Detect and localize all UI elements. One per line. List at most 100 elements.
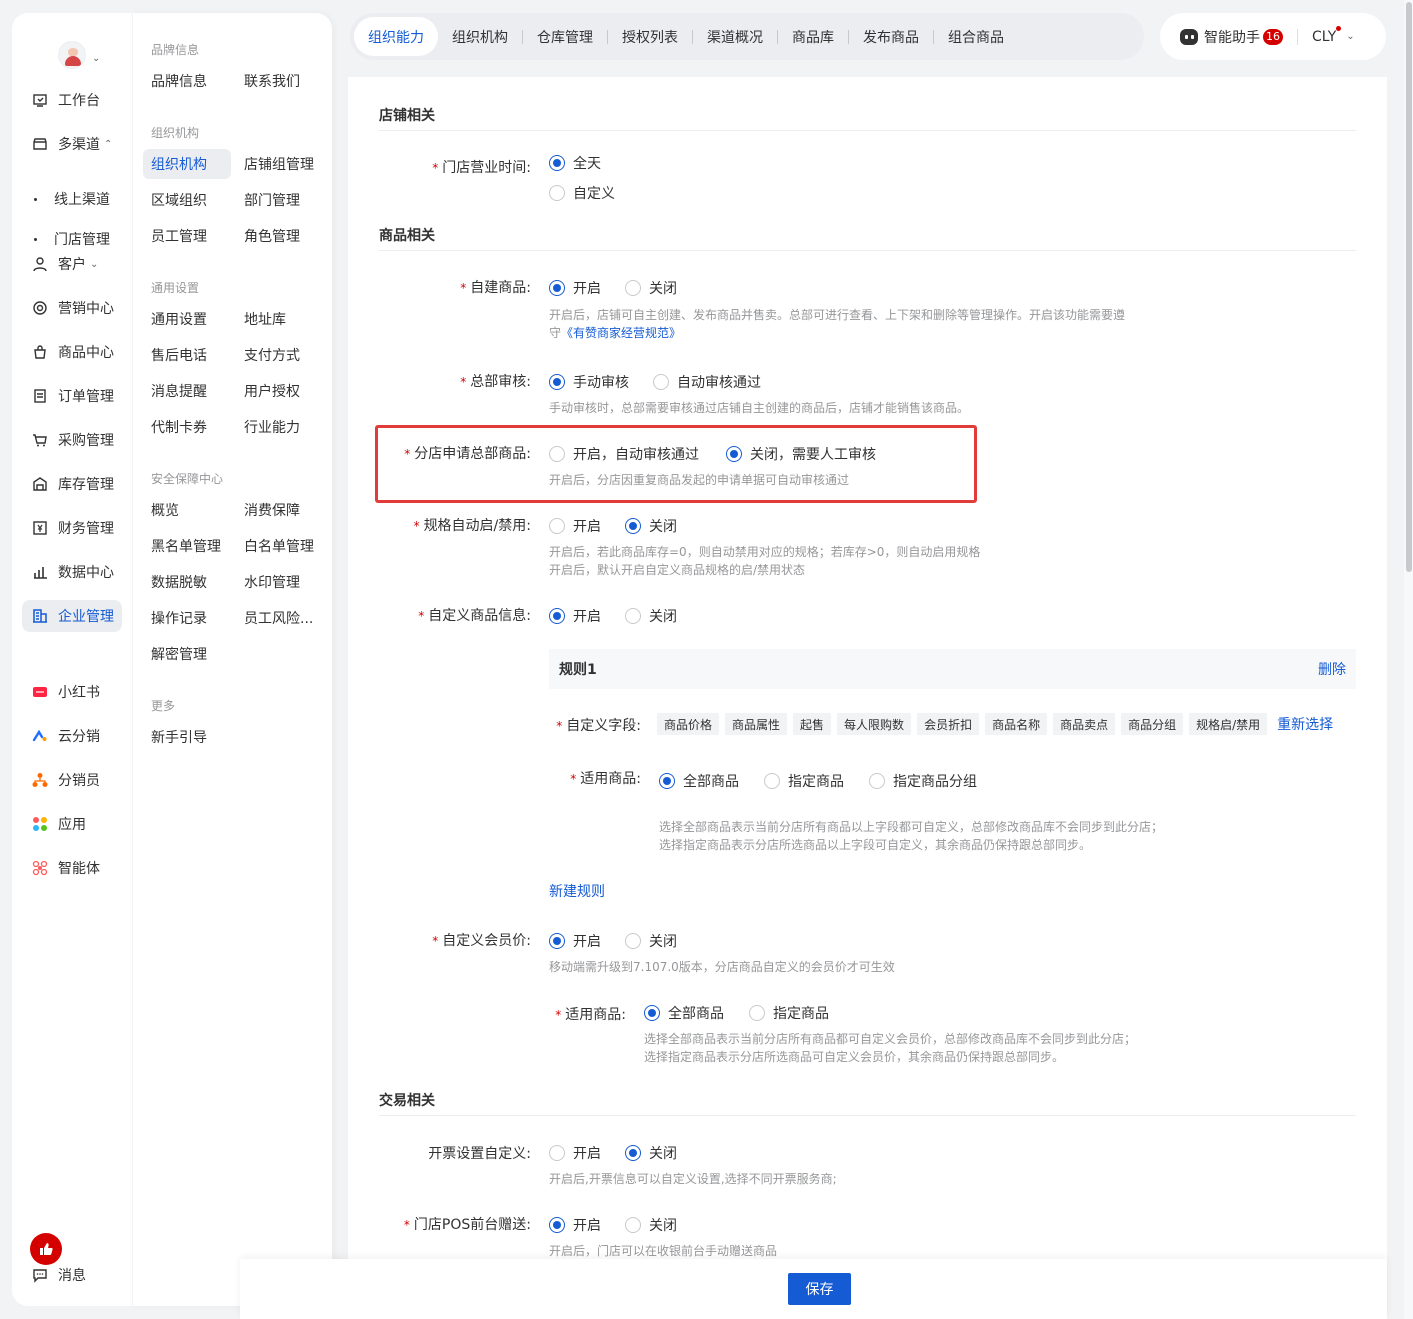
sidebar-item-xiaohongshu[interactable]: 小红书 [22, 676, 122, 708]
help-text: 开启后,开票信息可以自定义设置,选择不同开票服务商; [549, 1172, 837, 1186]
sidebar-item-data[interactable]: 数据中心 [22, 556, 122, 588]
nav-item-store-group[interactable]: 店铺组管理 [236, 149, 322, 179]
nav-item-whitelist[interactable]: 白名单管理 [236, 531, 322, 561]
nav-item-blacklist[interactable]: 黑名单管理 [143, 531, 229, 561]
nav-item-brand-info[interactable]: 品牌信息 [143, 66, 215, 96]
enterprise-icon [32, 608, 48, 624]
sidebar-item-inventory[interactable]: 库存管理 [22, 468, 122, 500]
sidebar-item-marketing[interactable]: 营销中心 [22, 292, 122, 324]
chevron-down-icon[interactable]: ⌄ [92, 53, 100, 64]
radio-spec-off[interactable]: 关闭 [625, 516, 677, 536]
nav-item-message-reminder[interactable]: 消息提醒 [143, 376, 215, 406]
nav-item-address-book[interactable]: 地址库 [236, 304, 294, 334]
radio-auto-review[interactable]: 自动审核通过 [653, 372, 761, 392]
radio-rule-specified-goods[interactable]: 指定商品 [764, 771, 844, 791]
nav-item-contact-us[interactable]: 联系我们 [236, 66, 308, 96]
reselect-button[interactable]: 重新选择 [1277, 714, 1333, 734]
avatar[interactable] [58, 41, 86, 69]
radio-branch-manual[interactable]: 关闭，需要人工审核 [726, 444, 876, 464]
field-label-hours: * 门店营业时间: [432, 160, 531, 176]
sidebar-item-distributor[interactable]: 分销员 [22, 764, 122, 796]
tab-org-capability[interactable]: 组织能力 [354, 17, 438, 56]
radio-rule-specified-group[interactable]: 指定商品分组 [869, 771, 977, 791]
tab-combo-goods[interactable]: 组合商品 [934, 17, 1018, 56]
sidebar-item-enterprise[interactable]: 企业管理 [22, 600, 122, 632]
sidebar-item-orders[interactable]: 订单管理 [22, 380, 122, 412]
chevron-up-icon: ⌃ [104, 138, 113, 150]
nav-item-card-voucher[interactable]: 代制卡券 [143, 412, 215, 442]
help-text: 开启后，若此商品库存=0，则自动禁用对应的规格；若库存>0，则自动启用规格 开启后… [549, 545, 981, 577]
policy-link[interactable]: 《有赞商家经营规范》 [561, 326, 681, 340]
sidebar-item-apps[interactable]: 应用 [22, 808, 122, 840]
nav-group-title: 通用设置 [151, 281, 200, 295]
nav-item-watermark[interactable]: 水印管理 [236, 567, 308, 597]
nav-item-organization[interactable]: 组织机构 [143, 149, 231, 179]
scrollbar[interactable] [1404, 0, 1413, 1319]
highlight-box [375, 425, 977, 503]
nav-item-role[interactable]: 角色管理 [236, 221, 308, 251]
tab-goods-library[interactable]: 商品库 [778, 17, 848, 56]
radio-member-specified-goods[interactable]: 指定商品 [749, 1003, 829, 1023]
nav-item-data-masking[interactable]: 数据脱敏 [143, 567, 215, 597]
nav-item-decrypt[interactable]: 解密管理 [143, 639, 215, 669]
nav-item-industry[interactable]: 行业能力 [236, 412, 308, 442]
nav-item-consumer-protection[interactable]: 消费保障 [236, 495, 308, 525]
new-rule-link[interactable]: 新建规则 [549, 881, 605, 901]
nav-item-operation-log[interactable]: 操作记录 [143, 603, 215, 633]
sidebar-item-label: 云分销 [58, 729, 100, 745]
sidebar-item-finance[interactable]: 财务管理 [22, 512, 122, 544]
nav-group-title: 更多 [151, 699, 176, 713]
radio-branch-auto[interactable]: 开启，自动审核通过 [549, 444, 699, 464]
assistant-button[interactable]: 智能助手 [1204, 27, 1260, 47]
sidebar-item-multichannel[interactable]: 多渠道 ⌃ [22, 128, 122, 160]
radio-custom-hours[interactable]: 自定义 [549, 183, 615, 203]
radio-member-price-on[interactable]: 开启 [549, 931, 601, 951]
tab-publish-goods[interactable]: 发布商品 [849, 17, 933, 56]
tab-channel-overview[interactable]: 渠道概况 [693, 17, 777, 56]
nav-item-general-settings[interactable]: 通用设置 [143, 304, 215, 334]
nav-item-staff[interactable]: 员工管理 [143, 221, 215, 251]
nav-item-overview[interactable]: 概览 [143, 495, 187, 525]
help-text: 选择全部商品表示当前分店所有商品以上字段都可自定义，总部修改商品库不会同步到此分… [659, 820, 1164, 852]
field-label-rule-scope: * 适用商品: [570, 771, 641, 787]
nav-group-title: 安全保障中心 [151, 472, 224, 486]
sidebar-item-goods[interactable]: 商品中心 [22, 336, 122, 368]
nav-item-department[interactable]: 部门管理 [236, 185, 308, 215]
tab-warehouse[interactable]: 仓库管理 [523, 17, 607, 56]
radio-custom-info-off[interactable]: 关闭 [625, 606, 677, 626]
radio-spec-on[interactable]: 开启 [549, 516, 601, 536]
delete-rule-button[interactable]: 删除 [1318, 659, 1346, 679]
radio-rule-all-goods[interactable]: 全部商品 [659, 771, 739, 791]
sidebar-item-customer[interactable]: 客户 ⌄ [22, 248, 122, 280]
sidebar-item-workbench[interactable]: 工作台 [22, 84, 122, 116]
sidebar-subitem-online-channel[interactable]: 线上渠道 [34, 185, 110, 213]
nav-item-staff-risk[interactable]: 员工风险... [236, 603, 326, 633]
nav-item-user-auth[interactable]: 用户授权 [236, 376, 308, 406]
order-icon [32, 388, 48, 404]
radio-member-price-off[interactable]: 关闭 [625, 931, 677, 951]
nav-item-region-org[interactable]: 区域组织 [143, 185, 215, 215]
sidebar-item-messages[interactable]: 消息 [22, 1259, 122, 1291]
radio-self-goods-on[interactable]: 开启 [549, 278, 601, 298]
radio-all-day[interactable]: 全天 [549, 153, 601, 173]
chevron-down-icon[interactable]: ⌄ [1346, 31, 1354, 42]
radio-invoice-on[interactable]: 开启 [549, 1143, 601, 1163]
radio-invoice-off[interactable]: 关闭 [625, 1143, 677, 1163]
nav-item-aftersale-phone[interactable]: 售后电话 [143, 340, 215, 370]
radio-pos-gift-off[interactable]: 关闭 [625, 1215, 677, 1235]
radio-manual-review[interactable]: 手动审核 [549, 372, 629, 392]
tab-organization[interactable]: 组织机构 [438, 17, 522, 56]
radio-member-all-goods[interactable]: 全部商品 [644, 1003, 724, 1023]
tab-authorization[interactable]: 授权列表 [608, 17, 692, 56]
nav-item-payment[interactable]: 支付方式 [236, 340, 308, 370]
field-tag: 起售 [793, 713, 832, 735]
sidebar-item-cloud-distribution[interactable]: 云分销 [22, 720, 122, 752]
save-button[interactable]: 保存 [788, 1273, 851, 1305]
radio-pos-gift-on[interactable]: 开启 [549, 1215, 601, 1235]
user-menu[interactable]: CLY [1312, 29, 1336, 45]
radio-self-goods-off[interactable]: 关闭 [625, 278, 677, 298]
radio-custom-info-on[interactable]: 开启 [549, 606, 601, 626]
sidebar-item-agent[interactable]: 智能体 [22, 852, 122, 884]
nav-item-beginner-guide[interactable]: 新手引导 [143, 722, 215, 752]
sidebar-item-purchase[interactable]: 采购管理 [22, 424, 122, 456]
